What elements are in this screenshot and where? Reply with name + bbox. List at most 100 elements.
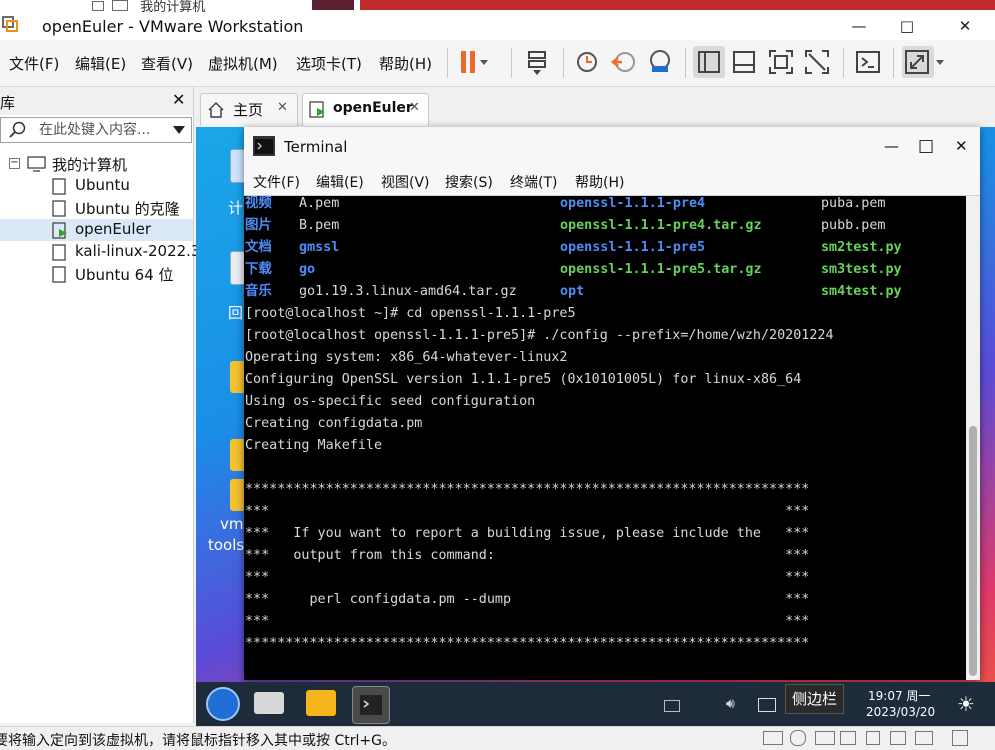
terminal-menu-edit[interactable]: 编辑(E) <box>316 172 364 192</box>
maximize-button[interactable]: □ <box>884 14 930 40</box>
snapshot-manager-button[interactable] <box>644 46 676 78</box>
multitask-view-icon[interactable] <box>254 692 284 714</box>
library-search-input[interactable] <box>37 120 167 140</box>
show-library-button[interactable] <box>693 46 725 78</box>
tab-openeuler[interactable]: openEuler ✕ <box>302 93 429 126</box>
tree-vm-item[interactable]: Ubuntu 的克隆 <box>0 197 193 219</box>
dropdown-arrow-icon[interactable] <box>173 126 185 134</box>
toolbar-separator <box>893 48 894 78</box>
terminal-menu-search[interactable]: 搜索(S) <box>445 172 493 192</box>
library-close-icon[interactable]: ✕ <box>172 90 185 109</box>
vm-icon <box>52 222 67 239</box>
menu-edit[interactable]: 编辑(E) <box>75 53 126 74</box>
terminal-close-button[interactable]: ✕ <box>955 137 968 155</box>
pause-button[interactable] <box>456 46 488 78</box>
tree-vm-item[interactable]: Ubuntu 64 位 <box>0 263 193 285</box>
terminal-listing-cell: go <box>299 262 316 277</box>
clock-date[interactable]: 2023/03/20 <box>866 705 935 719</box>
vm-icon <box>52 244 66 261</box>
menu-file[interactable]: 文件(F) <box>9 53 59 74</box>
network-icon[interactable] <box>758 698 776 712</box>
toolbar-separator <box>511 48 512 78</box>
message-log-icon[interactable] <box>952 730 968 746</box>
tab-home[interactable]: 主页 ✕ <box>200 93 298 126</box>
volume-icon[interactable]: 🔊︎ <box>726 696 735 712</box>
network-send-icon <box>528 51 546 75</box>
tab-openeuler-close-icon[interactable]: ✕ <box>409 100 420 115</box>
background-window-title: 我的计算机 <box>92 0 205 15</box>
terminal-menu-terminal[interactable]: 终端(T) <box>510 172 557 192</box>
terminal-scrollbar[interactable] <box>966 196 980 680</box>
terminal-listing-cell: A.pem <box>299 196 340 211</box>
terminal-line: *** *** <box>245 614 810 629</box>
background-window-strip <box>312 0 354 10</box>
terminal-listing-cell: B.pem <box>299 218 340 233</box>
terminal-menu-file[interactable]: 文件(F) <box>253 172 300 192</box>
terminal-window[interactable]: Terminal — □ ✕ 文件(F) 编辑(E) 视图(V) 搜索(S) 终… <box>244 127 980 680</box>
full-screen-icon <box>769 50 793 74</box>
terminal-menu-help[interactable]: 帮助(H) <box>575 172 624 192</box>
desktop-label-tools: tools <box>208 536 245 554</box>
menu-help[interactable]: 帮助(H) <box>379 53 432 74</box>
terminal-minimize-button[interactable]: — <box>884 137 899 155</box>
brightness-icon[interactable]: ☀ <box>957 692 975 716</box>
tree-vm-item[interactable]: openEuler <box>0 219 193 241</box>
terminal-taskbar-icon[interactable] <box>352 686 390 724</box>
terminal-maximize-button[interactable]: □ <box>918 136 934 156</box>
tab-home-close-icon[interactable]: ✕ <box>277 100 288 115</box>
full-screen-button[interactable] <box>765 46 797 78</box>
library-panel: 库 ✕ − 我的计算机 Ubuntu Ubuntu 的克隆 openEuler kal… <box>0 87 201 723</box>
terminal-menu-view[interactable]: 视图(V) <box>381 172 430 192</box>
terminal-scrollbar-thumb[interactable] <box>969 426 977 676</box>
revert-snapshot-button[interactable] <box>608 46 640 78</box>
device-sound-icon[interactable] <box>866 731 880 745</box>
device-cdrom-icon[interactable] <box>790 730 806 746</box>
clock-time[interactable]: 19:07 周一 <box>868 687 930 704</box>
unity-mode-button[interactable] <box>801 46 833 78</box>
tree-root-label: 我的计算机 <box>52 156 128 174</box>
terminal-output[interactable]: 视频 A.pem openssl-1.1.1-pre4 puba.pem 图片 B.pem… <box>244 196 966 680</box>
minimize-button[interactable]: — <box>836 14 882 40</box>
stretch-guest-button[interactable] <box>902 46 944 78</box>
menu-view[interactable]: 查看(V) <box>141 53 193 74</box>
terminal-line: *** perl configdata.pm --dump *** <box>245 592 810 607</box>
tab-home-label: 主页 <box>233 101 264 119</box>
file-manager-icon[interactable] <box>306 690 336 716</box>
terminal-listing-cell: opt <box>560 284 585 299</box>
snapshot-button[interactable] <box>572 46 604 78</box>
menu-vm[interactable]: 虚拟机(M) <box>208 53 278 74</box>
toolbar-separator <box>447 48 448 78</box>
console-view-button[interactable] <box>852 46 884 78</box>
device-display-icon[interactable] <box>915 731 933 745</box>
vm-icon <box>52 200 66 217</box>
thumbnail-bar-button[interactable] <box>728 46 760 78</box>
terminal-icon <box>360 695 382 715</box>
terminal-listing-cell: gmssl <box>299 240 340 255</box>
keyboard-icon[interactable] <box>664 700 680 712</box>
stretch-icon <box>905 50 944 74</box>
desktop-label-vm: vm <box>220 515 244 533</box>
device-usb-icon[interactable] <box>840 731 856 745</box>
terminal-line: Configuring OpenSSL version 1.1.1-pre5 (… <box>245 372 802 387</box>
library-search-box[interactable] <box>0 117 192 143</box>
collapse-icon[interactable]: − <box>9 158 20 169</box>
desktop-label-computer: 计 <box>228 199 244 217</box>
tree-vm-item[interactable]: Ubuntu <box>0 175 193 197</box>
launcher-icon[interactable] <box>206 687 240 721</box>
terminal-line: Creating Makefile <box>245 438 383 453</box>
menu-tabs[interactable]: 选项卡(T) <box>296 53 362 74</box>
terminal-line: [root@localhost ~]# cd openssl-1.1.1-pre… <box>245 306 576 321</box>
tree-root-my-computer[interactable]: − 我的计算机 <box>0 153 193 175</box>
device-printer-icon[interactable] <box>890 731 906 745</box>
vm-icon <box>52 178 66 195</box>
thumbnail-view-icon <box>733 51 755 73</box>
device-network-icon[interactable] <box>815 731 835 745</box>
search-icon <box>9 121 26 138</box>
terminal-title-bar[interactable]: Terminal — □ ✕ <box>244 127 980 167</box>
terminal-listing-cell: sm4test.py <box>821 284 902 299</box>
tree-vm-item[interactable]: kali-linux-2022.3 <box>0 241 201 263</box>
device-hdd-icon[interactable] <box>763 731 783 745</box>
terminal-listing-cell: 下载 <box>245 262 272 277</box>
close-button[interactable]: ✕ <box>942 14 988 40</box>
send-ctrl-alt-del-button[interactable] <box>522 46 554 78</box>
